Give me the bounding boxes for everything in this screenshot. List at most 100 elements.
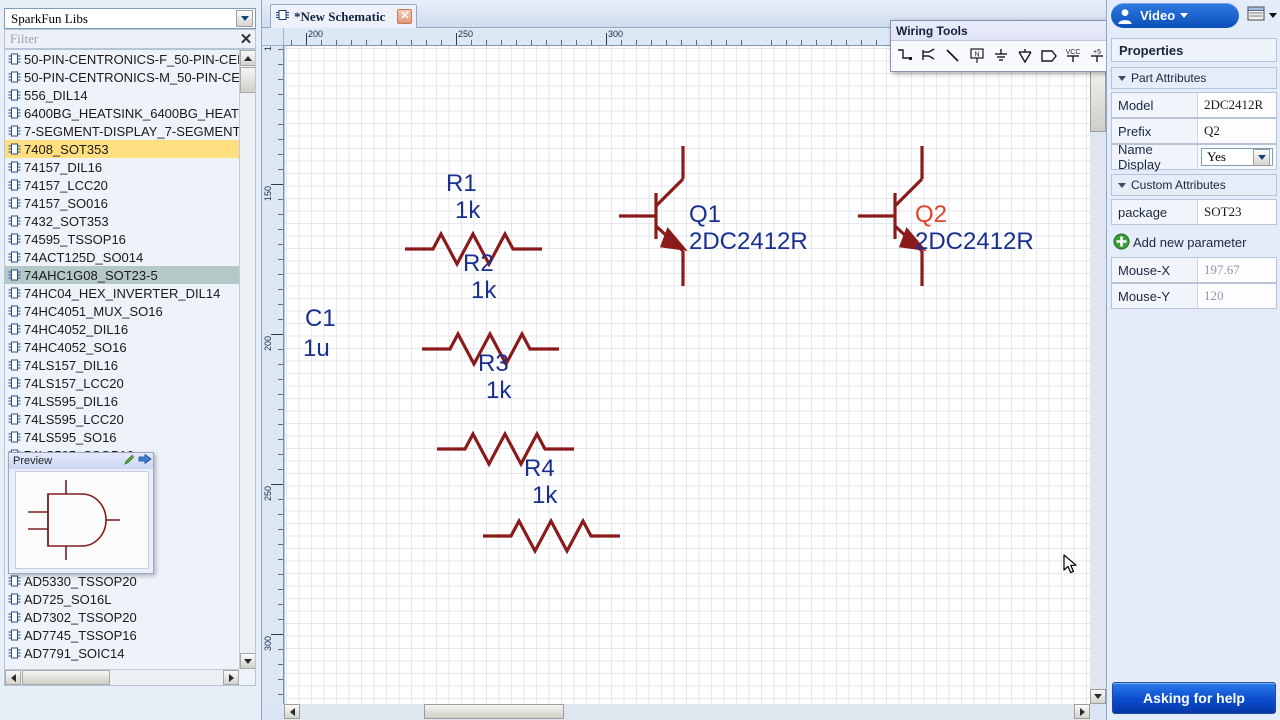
component-value-R4[interactable]: 1k bbox=[532, 483, 557, 508]
blue-arrow-icon[interactable] bbox=[137, 453, 153, 469]
component-label-R2[interactable]: R2 bbox=[463, 251, 494, 276]
library-list-item[interactable]: 74LS595_DIL16 bbox=[5, 392, 239, 410]
attribute-row-name-display[interactable]: Name Display Yes bbox=[1111, 142, 1277, 172]
library-list-item[interactable]: 74HC4051_MUX_SO16 bbox=[5, 302, 239, 320]
component-label-Q1[interactable]: Q1 bbox=[689, 202, 721, 227]
library-select[interactable]: SparkFun Libs bbox=[4, 8, 256, 29]
library-list-item[interactable]: 7-SEGMENT-DISPLAY_7-SEGMENT-DIS bbox=[5, 122, 239, 140]
vertical-scroll-thumb[interactable] bbox=[240, 67, 255, 93]
filter-input[interactable]: Filter bbox=[5, 31, 237, 47]
component-value-R3[interactable]: 1k bbox=[486, 378, 511, 403]
canvas-scroll-right-button[interactable] bbox=[1074, 704, 1090, 719]
wire-tool[interactable] bbox=[893, 44, 917, 68]
vcc-tool[interactable]: VCC bbox=[1061, 44, 1085, 68]
library-list-item-label: AD5330_TSSOP20 bbox=[24, 573, 137, 589]
component-value-Q2[interactable]: 2DC2412R bbox=[915, 229, 1034, 254]
pencil-icon[interactable] bbox=[121, 453, 137, 469]
library-list-item[interactable]: AD725_SO16L bbox=[5, 590, 239, 608]
component-value-Q1[interactable]: 2DC2412R bbox=[689, 229, 808, 254]
component-label-Q2[interactable]: Q2 bbox=[915, 202, 947, 227]
scroll-down-button[interactable] bbox=[240, 653, 255, 669]
library-list-item[interactable]: 6400BG_HEATSINK_6400BG_HEATSIN bbox=[5, 104, 239, 122]
library-list-item[interactable]: 74LS595_LCC20 bbox=[5, 410, 239, 428]
ruler-tick bbox=[396, 40, 397, 45]
library-list-item[interactable]: 74LS595_SO16 bbox=[5, 428, 239, 446]
library-list-item[interactable]: 50-PIN-CENTRONICS-M_50-PIN-CENT bbox=[5, 68, 239, 86]
net-label-tool[interactable]: N bbox=[965, 44, 989, 68]
horizontal-scroll-thumb[interactable] bbox=[22, 670, 110, 685]
library-list-item-label: 74LS157_DIL16 bbox=[24, 357, 118, 373]
layout-button[interactable] bbox=[1247, 5, 1277, 25]
library-list-item[interactable]: AD7791_SOIC14 bbox=[5, 644, 239, 662]
canvas-horizontal-scroll-thumb[interactable] bbox=[424, 704, 564, 719]
component-value-R2[interactable]: 1k bbox=[471, 278, 496, 303]
library-list-item[interactable]: 50-PIN-CENTRONICS-F_50-PIN-CENT bbox=[5, 50, 239, 68]
ruler-tick bbox=[278, 94, 283, 95]
earth-tool[interactable] bbox=[1013, 44, 1037, 68]
library-list-item[interactable]: AD7745_TSSOP16 bbox=[5, 626, 239, 644]
library-list-item[interactable]: 74157_SO016 bbox=[5, 194, 239, 212]
scroll-left-button[interactable] bbox=[5, 670, 21, 685]
custom-attributes-group[interactable]: Custom Attributes bbox=[1111, 174, 1277, 196]
video-button[interactable]: Video bbox=[1111, 3, 1239, 28]
library-list-item[interactable]: 74HC4052_SO16 bbox=[5, 338, 239, 356]
library-list-item[interactable]: 74157_LCC20 bbox=[5, 176, 239, 194]
library-horizontal-scrollbar[interactable] bbox=[5, 669, 239, 685]
library-list-item[interactable]: AD7302_TSSOP20 bbox=[5, 608, 239, 626]
library-list-item[interactable]: AD5330_TSSOP20 bbox=[5, 572, 239, 590]
library-list-item[interactable]: 74AHC1G08_SOT23-5 bbox=[5, 266, 239, 284]
library-list-item[interactable]: 74LS157_LCC20 bbox=[5, 374, 239, 392]
clear-filter-icon[interactable]: ✕ bbox=[237, 32, 255, 47]
ruler-corner bbox=[262, 28, 284, 46]
library-list-item[interactable]: 74157_DIL16 bbox=[5, 158, 239, 176]
scroll-right-button[interactable] bbox=[223, 670, 239, 685]
schematic-canvas[interactable]: R1 1k R2 1k R3 1k R4 1k C1 1u Q1 2DC2412… bbox=[284, 46, 1090, 704]
attribute-value-model[interactable]: 2DC2412R bbox=[1198, 93, 1276, 117]
ground-tool[interactable] bbox=[989, 44, 1013, 68]
component-value-R1[interactable]: 1k bbox=[455, 198, 480, 223]
part-attributes-group[interactable]: Part Attributes bbox=[1111, 67, 1277, 89]
chevron-down-icon[interactable] bbox=[1269, 12, 1277, 18]
canvas-scroll-down-button[interactable] bbox=[1090, 689, 1106, 704]
asking-for-help-button[interactable]: Asking for help bbox=[1112, 682, 1276, 714]
library-list-item[interactable]: 74595_TSSOP16 bbox=[5, 230, 239, 248]
component-label-R1[interactable]: R1 bbox=[446, 171, 477, 196]
attribute-row-model[interactable]: Model 2DC2412R bbox=[1111, 92, 1277, 118]
attribute-row-prefix[interactable]: Prefix Q2 bbox=[1111, 118, 1277, 144]
component-label-R3[interactable]: R3 bbox=[478, 351, 509, 376]
chevron-down-icon[interactable] bbox=[1180, 13, 1189, 18]
canvas-scroll-left-button[interactable] bbox=[284, 704, 300, 719]
attribute-value-package[interactable]: SOT23 bbox=[1198, 200, 1276, 224]
component-value-C1[interactable]: 1u bbox=[303, 336, 330, 361]
port-tool[interactable] bbox=[1037, 44, 1061, 68]
canvas-vertical-scrollbar[interactable] bbox=[1090, 46, 1106, 704]
tab-new-schematic[interactable]: *New Schematic ✕ bbox=[270, 4, 418, 28]
library-list-item[interactable]: 556_DIL14 bbox=[5, 86, 239, 104]
name-display-value: Yes bbox=[1207, 149, 1226, 164]
component-label-R4[interactable]: R4 bbox=[524, 456, 555, 481]
library-list-item[interactable]: 74HC4052_DIL16 bbox=[5, 320, 239, 338]
library-vertical-scrollbar[interactable] bbox=[239, 50, 255, 669]
library-list-item[interactable]: 74ACT125D_SO014 bbox=[5, 248, 239, 266]
close-icon[interactable]: ✕ bbox=[397, 9, 413, 24]
chevron-down-icon[interactable] bbox=[236, 10, 253, 27]
name-display-select[interactable]: Yes bbox=[1201, 148, 1273, 166]
svg-text:VCC: VCC bbox=[1066, 49, 1081, 56]
filter-input-wrap[interactable]: Filter ✕ bbox=[4, 29, 256, 49]
canvas-vertical-scroll-thumb[interactable] bbox=[1090, 62, 1106, 132]
line-tool[interactable] bbox=[941, 44, 965, 68]
chevron-down-icon[interactable] bbox=[1253, 148, 1270, 166]
add-new-parameter-button[interactable]: Add new parameter bbox=[1113, 231, 1279, 253]
library-list-item[interactable]: 7432_SOT353 bbox=[5, 212, 239, 230]
scroll-up-button[interactable] bbox=[240, 50, 255, 66]
canvas-horizontal-scrollbar[interactable] bbox=[284, 704, 1090, 720]
bus-tool[interactable] bbox=[917, 44, 941, 68]
library-list-item[interactable]: 74LS157_DIL16 bbox=[5, 356, 239, 374]
attribute-row-package[interactable]: package SOT23 bbox=[1111, 199, 1277, 225]
attribute-value-prefix[interactable]: Q2 bbox=[1198, 119, 1276, 143]
library-list[interactable]: 50-PIN-CENTRONICS-F_50-PIN-CENT 50-PIN-CE… bbox=[4, 49, 256, 686]
component-label-C1[interactable]: C1 bbox=[305, 306, 336, 331]
library-list-item[interactable]: 74HC04_HEX_INVERTER_DIL14 bbox=[5, 284, 239, 302]
part-attributes-label: Part Attributes bbox=[1131, 71, 1207, 85]
library-list-item[interactable]: 7408_SOT353 bbox=[5, 140, 239, 158]
